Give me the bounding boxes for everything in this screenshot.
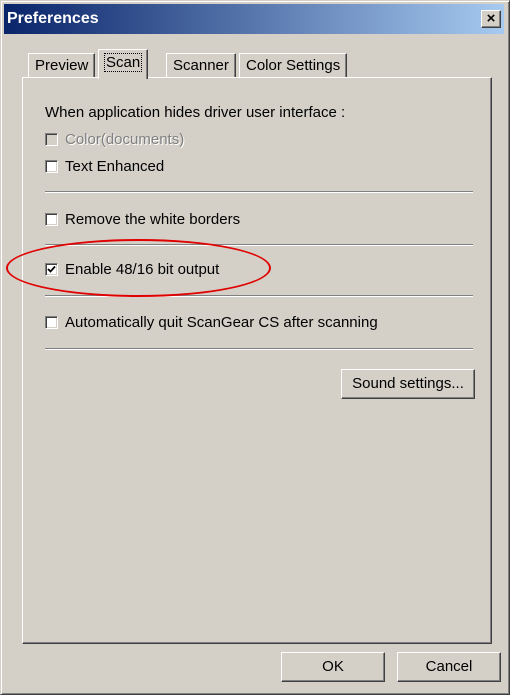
checkbox-label: Enable 48/16 bit output [65,261,220,278]
scan-tab-panel: When application hides driver user inter… [22,77,492,644]
ok-button[interactable]: OK [281,652,385,682]
checkbox-label: Remove the white borders [65,211,241,228]
checkbox-label: Text Enhanced [65,158,165,175]
tab-scan-label: Scan [103,53,143,72]
cancel-button[interactable]: Cancel [397,652,501,682]
checkbox-box [45,133,58,146]
tab-preview[interactable]: Preview [28,53,96,77]
checkbox-box[interactable] [45,316,58,329]
checkbox-box[interactable] [45,213,58,226]
tab-scanner-label: Scanner [173,57,229,74]
separator [45,191,473,193]
separator [45,348,473,350]
checkbox-label: Color(documents) [65,131,185,148]
intro-label: When application hides driver user inter… [45,104,346,121]
tab-scanner[interactable]: Scanner [166,53,236,77]
close-button[interactable]: × [481,10,501,28]
separator [45,295,473,297]
checkmark-icon [47,265,56,273]
title-bar[interactable]: Preferences × [4,4,504,34]
preferences-dialog: Preferences × Preview Scan Scanner Color… [0,0,510,695]
tab-scan[interactable]: Scan [98,49,149,79]
checkbox-label: Automatically quit ScanGear CS after sca… [65,314,378,331]
tab-color-settings-label: Color Settings [246,57,341,74]
sound-settings-button[interactable]: Sound settings... [341,369,475,399]
window-title: Preferences [7,10,99,27]
checkbox-box[interactable] [45,263,58,276]
checkbox-box[interactable] [45,160,58,173]
tab-color-settings[interactable]: Color Settings [239,53,348,77]
separator [45,244,473,246]
tab-preview-label: Preview [35,57,89,74]
